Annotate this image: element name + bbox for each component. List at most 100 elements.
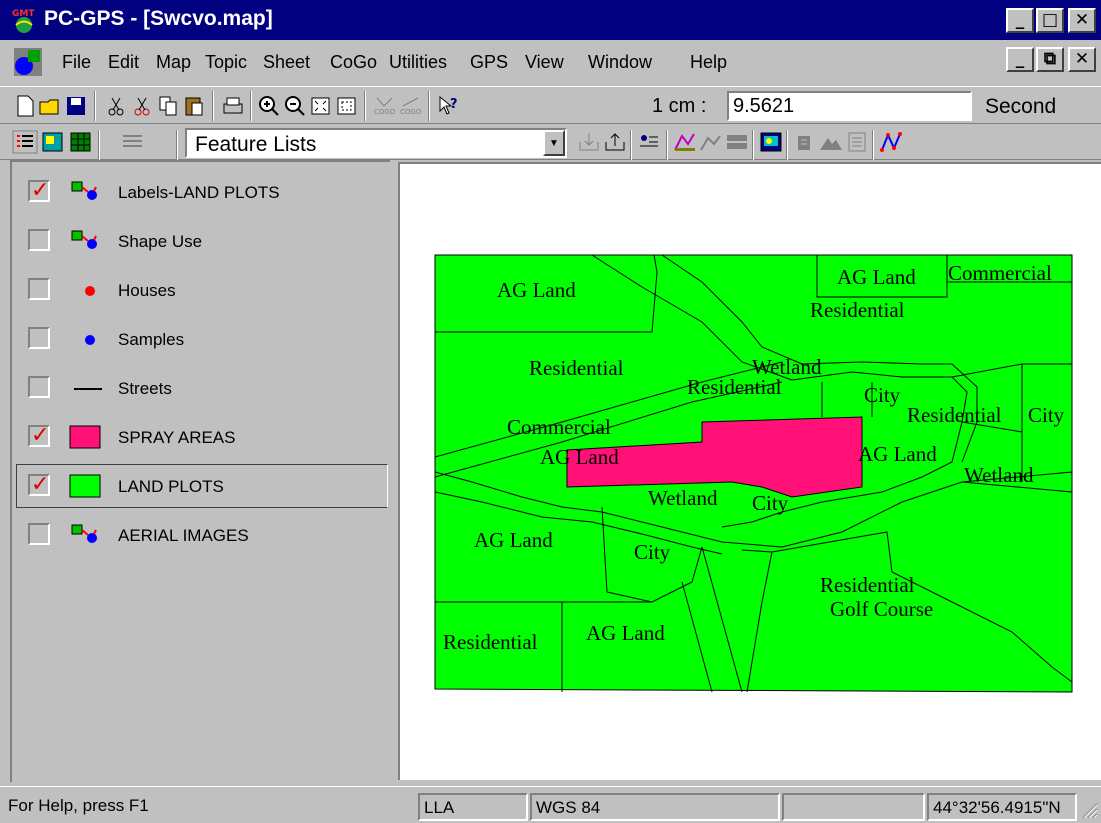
map-label: Residential [443, 630, 538, 654]
layer-row-labels-land-plots[interactable]: ✓ Labels-LAND PLOTS [16, 170, 388, 214]
menu-window[interactable]: Window [588, 52, 652, 73]
layer-row-houses[interactable]: Houses [16, 268, 388, 312]
zoom-out-icon[interactable] [282, 94, 308, 118]
layer-checkbox[interactable] [28, 376, 50, 398]
layer-row-streets[interactable]: Streets [16, 366, 388, 410]
save-icon[interactable] [64, 94, 90, 118]
draw-icon[interactable] [698, 130, 724, 154]
fill-swatch-icon [69, 425, 101, 449]
zoom-extents-icon[interactable] [308, 94, 334, 118]
check-mark-icon: ✓ [31, 423, 50, 448]
map-label: AG Land [586, 621, 665, 645]
menu-map[interactable]: Map [156, 52, 191, 73]
map-canvas[interactable]: AG Land AG Land Commercial Residential R… [398, 162, 1101, 780]
map-label: Residential [687, 375, 782, 399]
new-file-icon[interactable] [12, 94, 38, 118]
map-label: City [634, 540, 671, 564]
report-icon [848, 132, 866, 152]
scale-input[interactable]: 9.5621 [727, 91, 972, 121]
layer-checkbox[interactable]: ✓ [28, 472, 50, 497]
zoom-in-icon[interactable] [256, 94, 282, 118]
layer-checkbox[interactable] [28, 327, 50, 349]
cogo-icon-2: COGO [400, 97, 422, 116]
layer-row-samples[interactable]: Samples [16, 317, 388, 361]
status-coordinate: 44°32'56.4915"N [927, 793, 1077, 821]
export-icon[interactable] [602, 130, 628, 154]
cut-red-icon[interactable] [130, 94, 156, 118]
scale-units-label: Second [985, 95, 1057, 118]
window-title: PC-GPS - [Swcvo.map] [44, 7, 273, 30]
map-label: Residential [907, 403, 1002, 427]
grid-icon[interactable] [724, 130, 750, 154]
map-label: Residential [810, 298, 905, 322]
map-label: City [864, 383, 901, 407]
view-mode-value: Feature Lists [195, 133, 317, 156]
network-icon[interactable] [878, 130, 904, 154]
map-label: City [752, 491, 789, 515]
map-label: AG Land [474, 528, 553, 552]
menu-view[interactable]: View [525, 52, 564, 73]
maximize-button[interactable]: □ [1036, 8, 1064, 33]
mdi-restore-button[interactable]: ⧉ [1036, 47, 1064, 72]
cut-icon[interactable] [104, 94, 130, 118]
menu-gps[interactable]: GPS [470, 52, 508, 73]
layer-checkbox[interactable] [28, 523, 50, 545]
menu-utilities[interactable]: Utilities [389, 52, 447, 73]
map-label: Residential [820, 573, 915, 597]
map-drawing[interactable]: AG Land AG Land Commercial Residential R… [400, 164, 1101, 780]
layer-label: Shape Use [118, 232, 203, 251]
layer-row-land-plots[interactable]: ✓ LAND PLOTS [16, 464, 388, 508]
copy-icon[interactable] [156, 94, 182, 118]
map-label: AG Land [497, 278, 576, 302]
menu-topic[interactable]: Topic [205, 52, 247, 73]
layer-checkbox[interactable] [28, 278, 50, 300]
layer-label: Houses [118, 281, 176, 300]
resize-grip-icon[interactable] [1080, 801, 1098, 819]
scale-label: 1 cm : [652, 95, 707, 117]
layer-checkbox[interactable] [28, 229, 50, 251]
layer-row-aerial-images[interactable]: AERIAL IMAGES [16, 513, 388, 557]
print-icon[interactable] [220, 94, 246, 118]
status-bar: For Help, press F1 LLA WGS 84 44°32'56.4… [0, 786, 1101, 823]
edit-shape-icon[interactable] [672, 130, 698, 154]
feature-props-icon[interactable] [636, 130, 662, 154]
chevron-down-icon[interactable]: ▼ [543, 130, 565, 156]
layer-toolbar: Feature Lists ▼ [0, 126, 1101, 160]
panel-splitter[interactable] [390, 160, 398, 782]
minimize-button[interactable]: _ [1006, 8, 1034, 33]
image-icon[interactable] [758, 130, 784, 154]
open-folder-icon[interactable] [38, 94, 64, 118]
layer-row-shape-use[interactable]: Shape Use [16, 219, 388, 263]
status-projection: LLA [418, 793, 528, 821]
layer-checkbox[interactable]: ✓ [28, 423, 50, 448]
layer-view-icon[interactable] [40, 130, 66, 154]
layer-checkbox[interactable]: ✓ [28, 178, 50, 203]
map-label: Residential [529, 356, 624, 380]
menu-edit[interactable]: Edit [108, 52, 139, 73]
list-view-icon[interactable] [12, 130, 38, 154]
paste-icon[interactable] [182, 94, 208, 118]
map-label: AG Land [540, 445, 619, 469]
menu-file[interactable]: File [62, 52, 91, 73]
menu-help[interactable]: Help [690, 52, 727, 73]
app-logo-icon: GMT [10, 6, 38, 34]
mdi-close-button[interactable]: ✕ [1068, 47, 1096, 72]
svg-text:COGO: COGO [400, 108, 422, 116]
layer-label: LAND PLOTS [118, 477, 224, 496]
mdi-minimize-button[interactable]: _ [1006, 47, 1034, 72]
layer-label: AERIAL IMAGES [118, 526, 249, 545]
check-mark-icon: ✓ [31, 472, 50, 497]
view-mode-dropdown[interactable]: Feature Lists ▼ [185, 128, 567, 158]
import-icon [579, 133, 599, 151]
layer-row-spray-areas[interactable]: ✓ SPRAY AREAS [16, 415, 388, 459]
menu-sheet[interactable]: Sheet [263, 52, 310, 73]
red-dot-icon [85, 286, 95, 296]
label-layer-icon [71, 181, 97, 200]
menu-cogo[interactable]: CoGo [330, 52, 377, 73]
close-button[interactable]: ✕ [1068, 8, 1096, 33]
context-help-icon[interactable]: ? [436, 94, 462, 118]
fill-swatch-icon [69, 474, 101, 498]
label-layer-icon [71, 524, 97, 543]
table-view-icon[interactable] [68, 130, 94, 154]
zoom-window-icon[interactable] [334, 94, 360, 118]
